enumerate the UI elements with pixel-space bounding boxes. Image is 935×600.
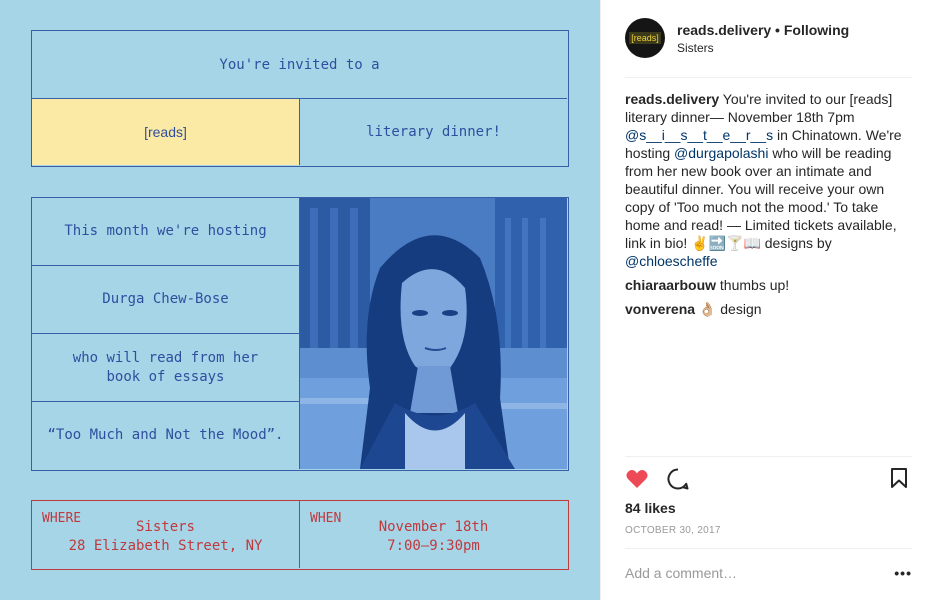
author-name: Durga Chew-Bose: [32, 266, 300, 334]
when-value: November 18th 7:00–9:30pm: [300, 518, 567, 556]
comment-text: 👌🏼 design: [695, 301, 762, 317]
heart-icon[interactable]: [625, 467, 649, 491]
following-button[interactable]: Following: [784, 22, 849, 38]
author-photo: [300, 198, 567, 469]
caption-username-link[interactable]: reads.delivery: [625, 91, 719, 107]
more-options-icon[interactable]: •••: [894, 565, 912, 581]
post-date: OCTOBER 30, 2017: [625, 525, 721, 536]
literary-dinner-text: literary dinner!: [366, 124, 501, 140]
mention-chloescheffe-link[interactable]: @chloescheffe: [625, 253, 718, 269]
venue-address: 28 Elizabeth Street, NY: [68, 538, 263, 554]
portrait-illustration: [300, 198, 567, 469]
comment-username-link[interactable]: chiaraarbouw: [625, 277, 716, 293]
read-line-1: who will read from her: [72, 349, 259, 366]
where-section: WHERE Sisters 28 Elizabeth Street, NY: [32, 501, 300, 568]
when-section: WHEN November 18th 7:00–9:30pm: [300, 501, 567, 568]
details-block: WHERE Sisters 28 Elizabeth Street, NY WH…: [31, 500, 569, 570]
action-bar: [625, 456, 912, 496]
where-value: Sisters 28 Elizabeth Street, NY: [32, 518, 299, 556]
read-line-2: book of essays: [106, 368, 225, 385]
location-link[interactable]: Sisters: [677, 41, 714, 55]
comment-item: vonverena 👌🏼 design: [625, 300, 915, 318]
hosting-line: This month we're hosting: [32, 198, 300, 266]
comment-username-link[interactable]: vonverena: [625, 301, 695, 317]
comment-icon[interactable]: [666, 467, 690, 491]
bookmark-icon[interactable]: [890, 467, 908, 489]
mention-sisters-link[interactable]: @s__i__s__t__e__r__s: [625, 127, 773, 143]
add-comment-bar: Add a comment… •••: [625, 548, 912, 600]
comment-text: thumbs up!: [716, 277, 790, 293]
caption-area: reads.delivery You're invited to our [re…: [625, 90, 915, 318]
event-time: 7:00–9:30pm: [387, 538, 480, 554]
invite-line: You're invited to a: [32, 31, 567, 99]
post-image[interactable]: You're invited to a [reads] literary din…: [0, 0, 600, 600]
post-panel: [reads] reads.delivery • Following Siste…: [600, 0, 935, 600]
venue-name: Sisters: [135, 519, 195, 535]
event-date: November 18th: [378, 519, 489, 535]
header-user-line: reads.delivery • Following: [677, 22, 849, 38]
likes-count[interactable]: 84 likes: [625, 500, 676, 516]
host-block: This month we're hosting Durga Chew-Bose…: [31, 197, 569, 471]
book-title: “Too Much and Not the Mood”.: [32, 402, 300, 469]
avatar[interactable]: [reads]: [625, 18, 665, 58]
read-description: who will read from her book of essays: [32, 334, 300, 402]
comment-item: chiaraarbouw thumbs up!: [625, 276, 915, 294]
caption: reads.delivery You're invited to our [re…: [625, 90, 915, 270]
header-separator: •: [771, 22, 784, 38]
reads-label: [reads]: [32, 99, 300, 165]
header-username-link[interactable]: reads.delivery: [677, 22, 771, 38]
comment-input[interactable]: Add a comment…: [625, 565, 737, 581]
avatar-text: [reads]: [629, 32, 661, 44]
mention-durgapolashi-link[interactable]: @durgapolashi: [674, 145, 768, 161]
invite-block: You're invited to a [reads] literary din…: [31, 30, 569, 167]
post-header: [reads] reads.delivery • Following Siste…: [625, 18, 912, 78]
